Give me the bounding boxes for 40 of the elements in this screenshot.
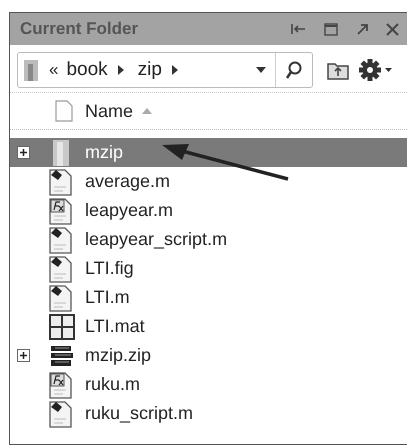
file-row[interactable]: mzip.zip bbox=[10, 341, 407, 370]
breadcrumb[interactable]: book bbox=[66, 59, 108, 81]
folder-icon bbox=[23, 58, 39, 82]
breadcrumb-arrow-icon[interactable] bbox=[116, 64, 125, 76]
file-name: LTI.fig bbox=[85, 258, 134, 279]
file-row[interactable]: leapyear_script.m bbox=[10, 225, 407, 254]
file-name: leapyear.m bbox=[85, 200, 174, 221]
file-icon bbox=[55, 100, 73, 122]
breadcrumb[interactable]: zip bbox=[138, 59, 162, 81]
file-name: mzip bbox=[85, 142, 124, 163]
grid-file-icon bbox=[47, 312, 75, 342]
column-header[interactable]: Name bbox=[10, 93, 407, 130]
file-row[interactable]: ruku_script.m bbox=[10, 399, 407, 428]
file-name: LTI.m bbox=[85, 287, 130, 308]
file-name: ruku.m bbox=[85, 374, 140, 395]
address-bar[interactable]: « book zip bbox=[17, 52, 313, 88]
maximize-icon[interactable] bbox=[324, 22, 338, 36]
file-row[interactable]: leapyear.m bbox=[10, 196, 407, 225]
file-row[interactable]: LTI.m bbox=[10, 283, 407, 312]
settings-icon[interactable] bbox=[358, 58, 394, 82]
file-name: LTI.mat bbox=[85, 316, 145, 337]
window-title: Current Folder bbox=[20, 19, 140, 39]
file-row[interactable]: mzip bbox=[10, 138, 407, 167]
column-title: Name bbox=[85, 100, 134, 122]
overflow-chevron[interactable]: « bbox=[49, 60, 58, 80]
file-name: average.m bbox=[85, 171, 170, 192]
file-name: ruku_script.m bbox=[85, 403, 194, 424]
arrow-icon[interactable] bbox=[356, 23, 368, 35]
breadcrumb-arrow-icon[interactable] bbox=[170, 64, 179, 76]
file-name: leapyear_script.m bbox=[85, 229, 228, 250]
file-row[interactable]: ruku.m bbox=[10, 370, 407, 399]
undock-icon[interactable] bbox=[290, 23, 306, 35]
file-row[interactable]: average.m bbox=[10, 167, 407, 196]
file-name: mzip.zip bbox=[85, 345, 152, 366]
file-row[interactable]: LTI.fig bbox=[10, 254, 407, 283]
expand-icon[interactable] bbox=[17, 146, 30, 159]
expand-icon[interactable] bbox=[17, 349, 30, 362]
dropdown-icon[interactable] bbox=[255, 66, 267, 74]
close-icon[interactable] bbox=[386, 22, 399, 36]
file-row[interactable]: LTI.mat bbox=[10, 312, 407, 341]
